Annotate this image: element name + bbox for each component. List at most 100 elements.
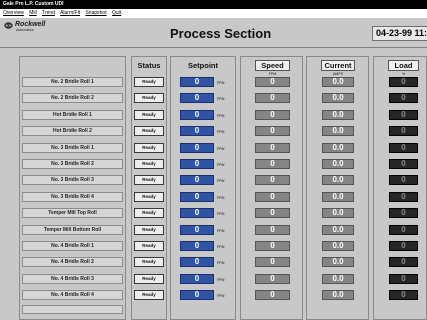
setpoint-input[interactable]: 0 [180, 110, 214, 120]
setpoint-unit-label: FPM [217, 147, 225, 151]
current-readout: 0.0 [322, 257, 354, 267]
setpoint-input[interactable]: 0 [180, 290, 214, 300]
status-ready-button[interactable]: Ready [134, 77, 164, 87]
setpoint-unit-label: FPM [217, 130, 225, 134]
menu-item-snapshot[interactable]: Snapshot [85, 10, 106, 16]
setpoint-unit-label: FPM [217, 245, 225, 249]
speed-readout: 0 [255, 93, 290, 103]
status-ready-button[interactable]: Ready [134, 110, 164, 120]
menu-item-alarm-flt[interactable]: Alarm/Flt [60, 10, 80, 16]
speed-readout: 0 [255, 208, 290, 218]
setpoint-input[interactable]: 0 [180, 159, 214, 169]
current-unit-label: AMPS [333, 72, 343, 76]
setpoint-input[interactable]: 0 [180, 175, 214, 185]
roll-name-label: No. 3 Bridle Roll 2 [22, 159, 123, 169]
setpoint-input[interactable]: 0 [180, 126, 214, 136]
rockwell-logo: Rockwell Automation [4, 21, 45, 32]
load-readout: 0 [389, 110, 418, 120]
current-readout: 0.0 [322, 126, 354, 136]
current-readout: 0.0 [322, 143, 354, 153]
status-ready-button[interactable]: Ready [134, 241, 164, 251]
load-readout: 0 [389, 175, 418, 185]
load-readout: 0 [389, 77, 418, 87]
status-ready-button[interactable]: Ready [134, 225, 164, 235]
setpoint-unit-label: FPM [217, 196, 225, 200]
setpoint-input[interactable]: 0 [180, 225, 214, 235]
status-ready-button[interactable]: Ready [134, 290, 164, 300]
current-readout: 0.0 [322, 208, 354, 218]
setpoint-unit-label: FPM [217, 97, 225, 101]
current-readout: 0.0 [322, 192, 354, 202]
setpoint-input[interactable]: 0 [180, 257, 214, 267]
setpoint-input[interactable]: 0 [180, 93, 214, 103]
speed-readout: 0 [255, 290, 290, 300]
setpoint-input[interactable]: 0 [180, 77, 214, 87]
speed-readout: 0 [255, 225, 290, 235]
setpoint-unit-label: FPM [217, 81, 225, 85]
load-readout: 0 [389, 290, 418, 300]
roll-name-label: Hot Bridle Roll 1 [22, 110, 123, 120]
load-readout: 0 [389, 93, 418, 103]
current-readout: 0.0 [322, 225, 354, 235]
setpoint-unit-label: FPM [217, 212, 225, 216]
load-readout: 0 [389, 274, 418, 284]
roll-name-label: No. 4 Bridle Roll 2 [22, 257, 123, 267]
roll-name-label: No. 4 Bridle Roll 1 [22, 241, 123, 251]
setpoint-unit-label: FPM [217, 179, 225, 183]
speed-column-button[interactable]: Speed [255, 60, 290, 71]
roll-name-label: No. 4 Bridle Roll 3 [22, 274, 123, 284]
current-readout: 0.0 [322, 175, 354, 185]
load-readout: 0 [389, 192, 418, 202]
speed-readout: 0 [255, 77, 290, 87]
status-ready-button[interactable]: Ready [134, 274, 164, 284]
speed-readout: 0 [255, 241, 290, 251]
setpoint-column-header: Setpoint [188, 61, 218, 70]
setpoint-input[interactable]: 0 [180, 143, 214, 153]
header-bar: Rockwell Automation Process Section 04-2… [0, 18, 427, 48]
window-title-bar: Gale Pro L.P. Custom UDI [0, 0, 427, 9]
menu-item-trend[interactable]: Trend [42, 10, 55, 16]
current-readout: 0.0 [322, 241, 354, 251]
setpoint-input[interactable]: 0 [180, 274, 214, 284]
roll-name-label: No. 3 Bridle Roll 3 [22, 175, 123, 185]
status-ready-button[interactable]: Ready [134, 175, 164, 185]
rockwell-logo-icon [4, 22, 13, 29]
load-readout: 0 [389, 225, 418, 235]
load-unit-label: % [401, 72, 406, 76]
setpoint-input[interactable]: 0 [180, 192, 214, 202]
status-ready-button[interactable]: Ready [134, 126, 164, 136]
speed-readout: 0 [255, 257, 290, 267]
speed-readout: 0 [255, 159, 290, 169]
current-readout: 0.0 [322, 77, 354, 87]
setpoint-unit-label: FPM [217, 229, 225, 233]
roll-name-label: No. 4 Bridle Roll 4 [22, 290, 123, 300]
load-readout: 0 [389, 208, 418, 218]
current-column-button[interactable]: Current [321, 60, 355, 71]
status-ready-button[interactable]: Ready [134, 93, 164, 103]
status-ready-button[interactable]: Ready [134, 192, 164, 202]
status-column-header: Status [137, 61, 161, 70]
speed-readout: 0 [255, 110, 290, 120]
status-ready-button[interactable]: Ready [134, 159, 164, 169]
setpoint-unit-label: FPM [217, 114, 225, 118]
status-ready-button[interactable]: Ready [134, 208, 164, 218]
speed-readout: 0 [255, 143, 290, 153]
setpoint-unit-label: FPM [217, 294, 225, 298]
roll-name-label: No. 3 Bridle Roll 4 [22, 192, 123, 202]
date-time-display: 04-23-99 11:05 [372, 26, 427, 41]
empty-row-slot [22, 305, 123, 314]
status-ready-button[interactable]: Ready [134, 257, 164, 267]
menu-item-mill[interactable]: Mill [29, 10, 37, 16]
setpoint-input[interactable]: 0 [180, 241, 214, 251]
status-ready-button[interactable]: Ready [134, 143, 164, 153]
load-readout: 0 [389, 159, 418, 169]
setpoint-input[interactable]: 0 [180, 208, 214, 218]
roll-name-label: Hot Bridle Roll 2 [22, 126, 123, 136]
menu-bar: Overview Mill Trend Alarm/Flt Snapshot Q… [0, 9, 427, 17]
load-readout: 0 [389, 126, 418, 136]
load-column-button[interactable]: Load [388, 60, 419, 71]
menu-item-quit[interactable]: Quit [112, 10, 121, 16]
menu-item-overview[interactable]: Overview [3, 10, 24, 16]
current-readout: 0.0 [322, 159, 354, 169]
load-readout: 0 [389, 257, 418, 267]
